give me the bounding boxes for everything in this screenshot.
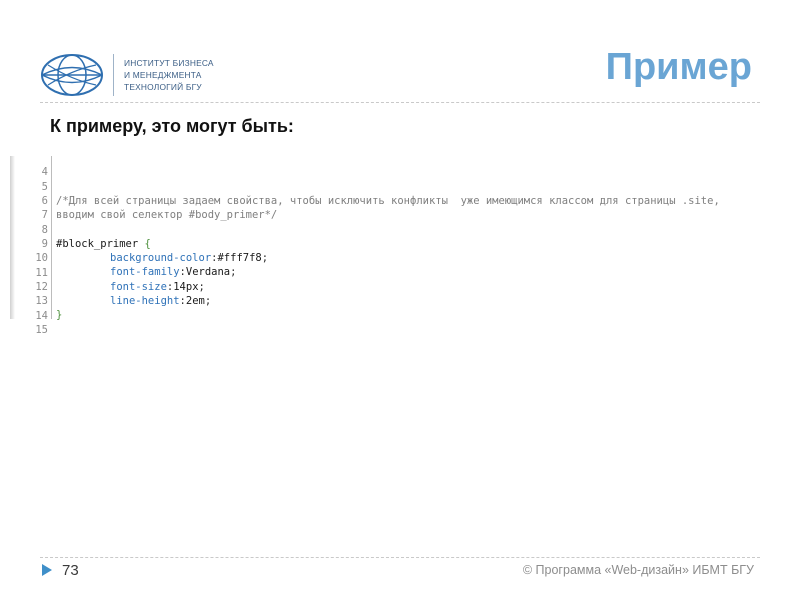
css-property: font-size (110, 281, 167, 293)
code-block: 4 5 /*Для всей страницы задаем свойства,… (10, 156, 790, 336)
code-line: 5 /*Для всей страницы задаем свойства, ч… (10, 166, 720, 207)
code-declaration: background-color:#fff7f8; (110, 252, 269, 264)
code-line: 4 (10, 151, 48, 178)
css-value: Verdana (185, 266, 231, 278)
code-selector: #block_primer (56, 238, 139, 250)
subtitle: К примеру, это могут быть: (50, 116, 294, 136)
code-line: 6 вводим свой селектор #body_primer*/ (10, 180, 278, 221)
code-line: 8 #block_primer { (10, 209, 151, 250)
code-line: 14 (10, 295, 48, 322)
logo-divider (113, 54, 114, 96)
code-line: 13 } (10, 280, 62, 321)
code-line: 11 font-size:14px; (10, 252, 205, 293)
globe-logo-icon (41, 54, 103, 96)
triangle-arrow-icon (42, 564, 52, 576)
code-line: 7 (10, 194, 48, 221)
code-comment: вводим свой селектор #body_primer*/ (56, 209, 278, 221)
code-line: 9 background-color:#fff7f8; (10, 223, 268, 264)
code-selector-line: #block_primer { (56, 237, 151, 251)
code-open-brace: { (138, 238, 151, 250)
code-line: 10 font-family:Verdana; (10, 237, 236, 278)
css-property: line-height (110, 295, 180, 307)
institute-name: ИНСТИТУТ БИЗНЕСА И МЕНЕДЖМЕНТА ТЕХНОЛОГИ… (124, 57, 214, 93)
code-line: 12 line-height:2em; (10, 266, 211, 307)
slide: ИНСТИТУТ БИЗНЕСА И МЕНЕДЖМЕНТА ТЕХНОЛОГИ… (0, 0, 800, 600)
css-value: 2em (185, 295, 205, 307)
copyright-text: © Программа «Web-дизайн» ИБМТ БГУ (522, 563, 754, 577)
css-property: font-family (110, 266, 180, 278)
institute-line-3: ТЕХНОЛОГИЙ БГУ (124, 82, 202, 92)
code-declaration: font-size:14px; (110, 281, 205, 293)
css-property: background-color (110, 252, 212, 264)
footer-divider (40, 557, 760, 558)
institute-line-1: ИНСТИТУТ БИЗНЕСА (124, 58, 214, 68)
institute-line-2: И МЕНЕДЖМЕНТА (124, 70, 202, 80)
css-value: 14px (173, 281, 199, 293)
header-divider (40, 102, 760, 103)
code-comment: /*Для всей страницы задаем свойства, что… (56, 195, 720, 207)
page-number: 73 (62, 562, 79, 579)
code-declaration: font-family:Verdana; (110, 266, 237, 278)
slide-title: Пример (605, 46, 752, 88)
css-value: #fff7f8 (217, 252, 262, 264)
line-number: 15 (35, 324, 48, 336)
code-declaration: line-height:2em; (110, 295, 212, 307)
code-gutter-border (51, 156, 52, 319)
code-line: 15 (10, 309, 48, 336)
code-close-brace: } (56, 309, 63, 321)
